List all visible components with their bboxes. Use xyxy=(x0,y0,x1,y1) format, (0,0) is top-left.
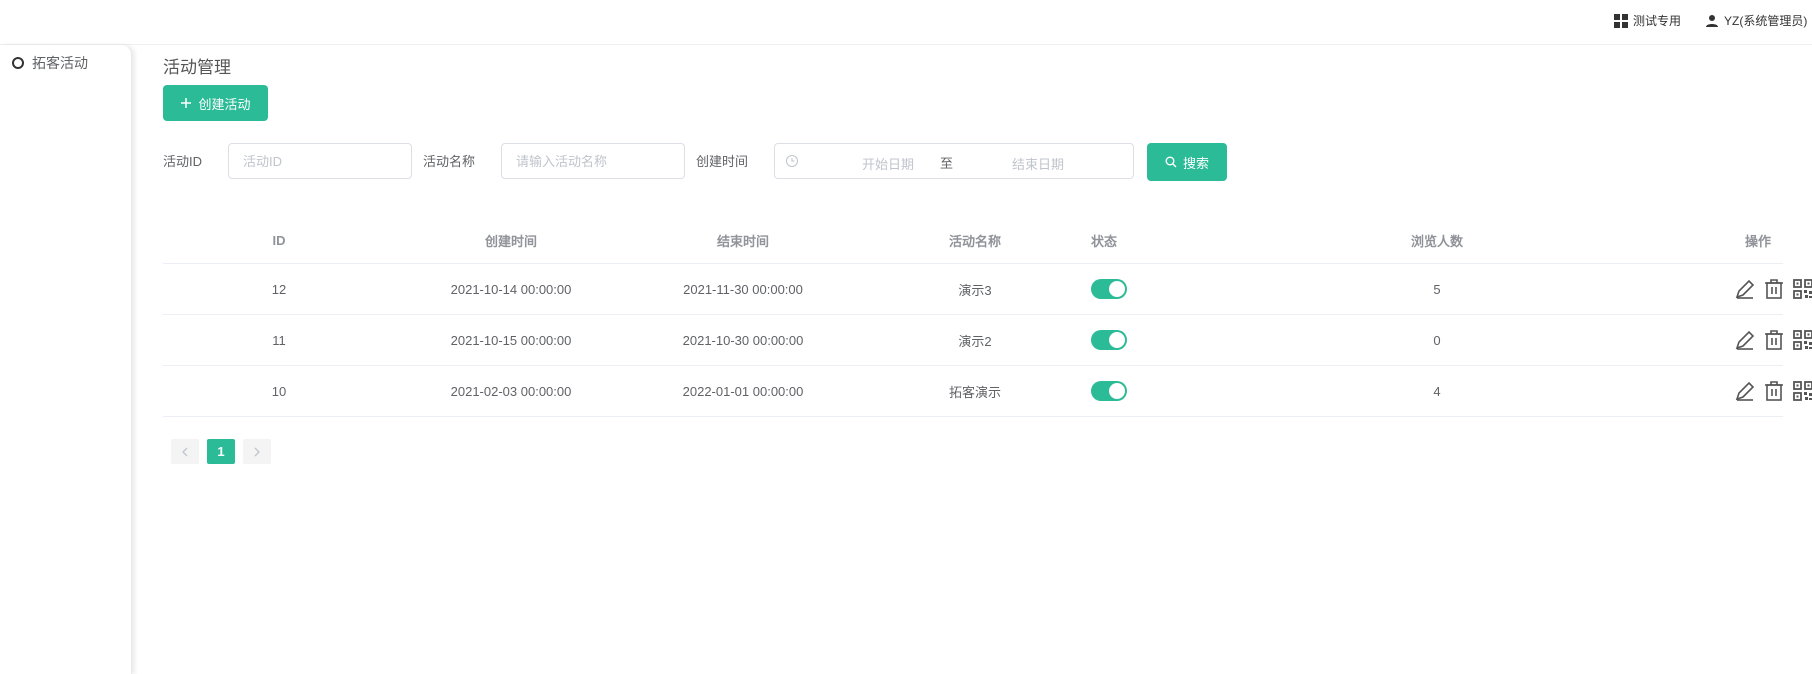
cell-actions xyxy=(1733,277,1812,301)
edit-icon[interactable] xyxy=(1733,328,1757,352)
cell-status xyxy=(1091,279,1141,299)
cell-id: 12 xyxy=(271,281,287,297)
page-number-button[interactable]: 1 xyxy=(207,439,235,464)
end-date-input[interactable]: 结束日期 xyxy=(993,154,1083,173)
plus-icon xyxy=(181,98,192,108)
delete-icon[interactable] xyxy=(1762,379,1786,403)
cell-views: 4 xyxy=(1433,383,1441,399)
row-actions xyxy=(1733,277,1812,301)
cell-created-time: 2021-10-15 00:00:00 xyxy=(450,332,572,348)
user-menu[interactable]: YZ(系统管理员) xyxy=(1705,12,1807,29)
cell-activity-name: 演示3 xyxy=(958,282,992,298)
circle-icon xyxy=(12,57,24,69)
cell-end-time: 2021-10-30 00:00:00 xyxy=(682,332,804,348)
edit-icon[interactable] xyxy=(1733,379,1757,403)
activity-name-input[interactable] xyxy=(501,143,685,179)
cell-created-time: 2021-02-03 00:00:00 xyxy=(450,383,572,399)
delete-icon[interactable] xyxy=(1762,277,1786,301)
activity-id-input[interactable] xyxy=(228,143,412,179)
qrcode-icon[interactable] xyxy=(1791,379,1812,403)
sidebar-item-label: 拓客活动 xyxy=(32,55,88,71)
sidebar: 拓客活动 xyxy=(0,45,132,674)
status-toggle[interactable] xyxy=(1091,381,1127,401)
cell-activity-name: 拓客演示 xyxy=(948,384,1001,400)
table-row: 11 2021-10-15 00:00:00 2021-10-30 00:00:00… xyxy=(163,315,1812,366)
col-activity-name: 活动名称 xyxy=(948,233,1001,249)
row-actions xyxy=(1733,379,1812,403)
create-activity-label: 创建活动 xyxy=(198,96,251,112)
search-label: 搜索 xyxy=(1182,155,1209,171)
date-range-picker[interactable]: 开始日期 至 结束日期 xyxy=(774,143,1134,179)
cell-views: 5 xyxy=(1433,281,1441,297)
activity-table: ID 创建时间 结束时间 活动名称 状态 浏览人数 操作 12 2021-10-1… xyxy=(163,217,1812,417)
clock-icon xyxy=(786,155,798,167)
tenant-label: 测试专用 xyxy=(1633,14,1682,28)
start-date-input[interactable]: 开始日期 xyxy=(843,154,933,173)
cell-views: 0 xyxy=(1433,332,1441,348)
prev-page-button[interactable] xyxy=(171,439,199,464)
cell-id: 10 xyxy=(271,383,287,399)
chevron-left-icon xyxy=(182,447,188,456)
next-page-button[interactable] xyxy=(243,439,271,464)
edit-icon[interactable] xyxy=(1733,277,1757,301)
created-time-label: 创建时间 xyxy=(696,154,749,169)
col-end-time: 结束时间 xyxy=(716,233,769,249)
status-toggle[interactable] xyxy=(1091,279,1127,299)
cell-status xyxy=(1091,330,1141,350)
cell-status xyxy=(1091,381,1141,401)
row-actions xyxy=(1733,328,1812,352)
user-icon xyxy=(1706,14,1718,27)
col-status: 状态 xyxy=(1091,233,1118,249)
activity-id-label: 活动ID xyxy=(163,154,203,169)
create-activity-button[interactable]: 创建活动 xyxy=(163,85,268,121)
qrcode-icon[interactable] xyxy=(1791,277,1812,301)
table-row: 10 2021-02-03 00:00:00 2022-01-01 00:00:00… xyxy=(163,366,1812,417)
cell-end-time: 2021-11-30 00:00:00 xyxy=(683,281,803,297)
page-title: 活动管理 xyxy=(163,58,231,77)
delete-icon[interactable] xyxy=(1762,328,1786,352)
activity-name-label: 活动名称 xyxy=(423,154,476,169)
qrcode-icon[interactable] xyxy=(1791,328,1812,352)
top-header: 测试专用 YZ(系统管理员) xyxy=(0,0,1812,45)
cell-end-time: 2022-01-01 00:00:00 xyxy=(682,383,804,399)
tenant-switcher[interactable]: 测试专用 xyxy=(1614,12,1681,29)
table-body: 12 2021-10-14 00:00:00 2021-11-30 00:00:00… xyxy=(163,264,1812,417)
status-toggle[interactable] xyxy=(1091,330,1127,350)
range-separator: 至 xyxy=(940,156,954,171)
cell-created-time: 2021-10-14 00:00:00 xyxy=(450,281,572,297)
search-icon xyxy=(1165,156,1177,168)
user-label: YZ(系统管理员) xyxy=(1724,14,1808,28)
col-created-time: 创建时间 xyxy=(484,233,537,249)
sidebar-item-tuoke-activity[interactable]: 拓客活动 xyxy=(12,53,88,73)
col-actions: 操作 xyxy=(1744,233,1771,249)
search-button[interactable]: 搜索 xyxy=(1147,143,1227,181)
col-views: 浏览人数 xyxy=(1410,233,1463,249)
col-id: ID xyxy=(272,232,286,248)
cell-id: 11 xyxy=(272,332,286,348)
cell-activity-name: 演示2 xyxy=(958,333,992,349)
table-row: 12 2021-10-14 00:00:00 2021-11-30 00:00:00… xyxy=(163,264,1812,315)
pagination: 1 xyxy=(171,439,271,464)
main-content: 活动管理 创建活动 活动ID 活动名称 创建时间 开始日期 至 结束日期 搜索 … xyxy=(163,45,1812,674)
dashboard-grid-icon xyxy=(1614,13,1628,28)
cell-actions xyxy=(1733,328,1812,352)
chevron-right-icon xyxy=(254,447,260,456)
table-header: ID 创建时间 结束时间 活动名称 状态 浏览人数 操作 xyxy=(163,217,1783,264)
cell-actions xyxy=(1733,379,1812,403)
